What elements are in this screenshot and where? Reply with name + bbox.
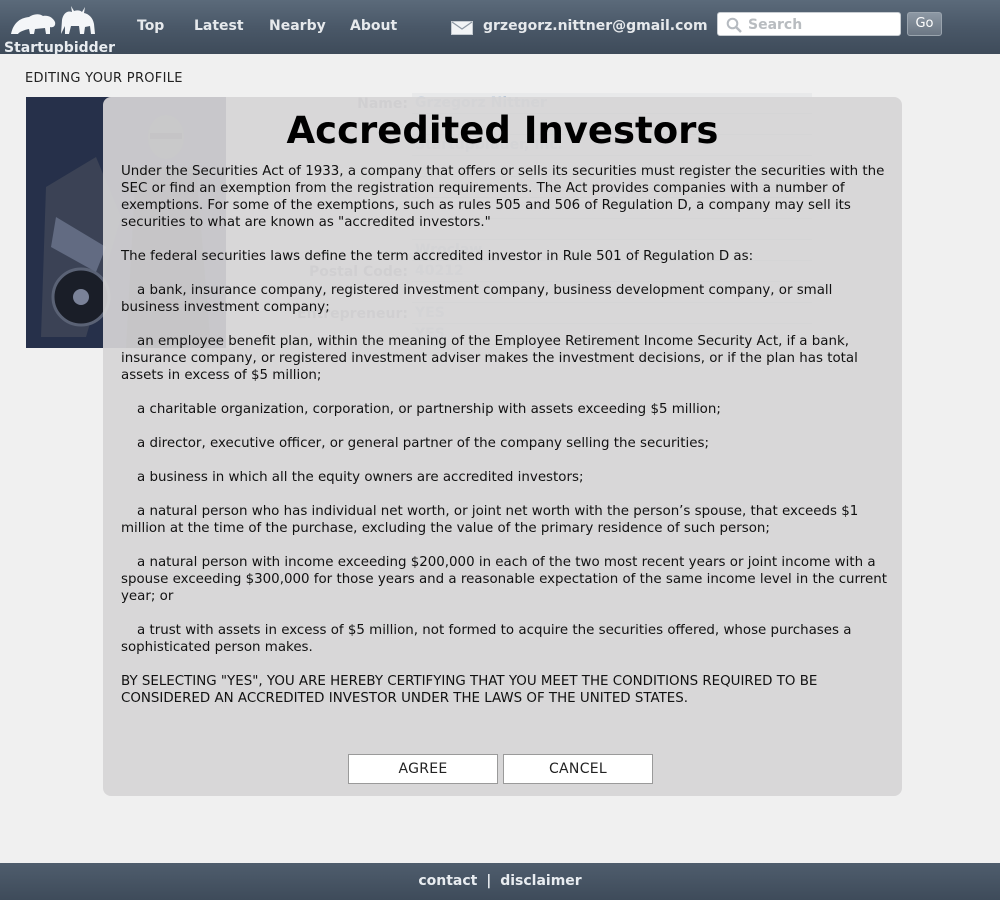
modal-body: Under the Securities Act of 1933, a comp…: [121, 163, 891, 724]
modal-certification: BY SELECTING "YES", YOU ARE HEREBY CERTI…: [121, 674, 818, 706]
search-box[interactable]: [717, 12, 901, 36]
cancel-button[interactable]: CANCEL: [503, 754, 653, 784]
logo[interactable]: Startupbidder: [4, 2, 115, 56]
search-input[interactable]: [748, 15, 896, 35]
brand-name: Startupbidder: [4, 40, 116, 56]
bear-bull-logo-icon: [11, 6, 95, 34]
footer-separator: |: [486, 873, 492, 889]
page-heading: EDITING YOUR PROFILE: [25, 71, 183, 86]
mail-icon[interactable]: [451, 21, 473, 35]
agree-button[interactable]: AGREE: [348, 754, 498, 784]
disclaimer-link[interactable]: disclaimer: [500, 873, 581, 889]
footer-links: contact | disclaimer: [0, 873, 1000, 889]
modal-definition: The federal securities laws define the t…: [121, 249, 754, 264]
modal-criteria-item: a natural person who has individual net …: [121, 504, 859, 536]
search-icon: [726, 17, 742, 33]
top-bar: Startupbidder Top Latest Nearby About gr…: [0, 0, 1000, 56]
nav-nearby[interactable]: Nearby: [269, 18, 326, 34]
modal-criteria-item: a bank, insurance company, registered in…: [121, 283, 833, 315]
contact-link[interactable]: contact: [418, 873, 477, 889]
nav-latest[interactable]: Latest: [194, 18, 244, 34]
modal-criteria-item: a natural person with income exceeding $…: [121, 555, 887, 604]
modal-criteria-item: a director, executive officer, or genera…: [137, 436, 709, 451]
modal-title: Accredited Investors: [286, 109, 719, 152]
search-go-button[interactable]: Go: [907, 12, 942, 36]
footer: contact | disclaimer: [0, 863, 1000, 900]
modal-intro: Under the Securities Act of 1933, a comp…: [121, 164, 885, 230]
modal-criteria-item: a trust with assets in excess of $5 mill…: [121, 623, 852, 655]
modal-criteria-item: an employee benefit plan, within the mea…: [121, 334, 858, 383]
user-email-link[interactable]: grzegorz.nittner@gmail.com: [483, 18, 708, 34]
nav-about[interactable]: About: [350, 18, 397, 34]
accredited-investors-modal: Accredited Investors Under the Securitie…: [103, 97, 902, 796]
modal-criteria-item: a charitable organization, corporation, …: [137, 402, 721, 417]
nav-top[interactable]: Top: [137, 18, 164, 34]
modal-criteria-item: a business in which all the equity owner…: [137, 470, 584, 485]
